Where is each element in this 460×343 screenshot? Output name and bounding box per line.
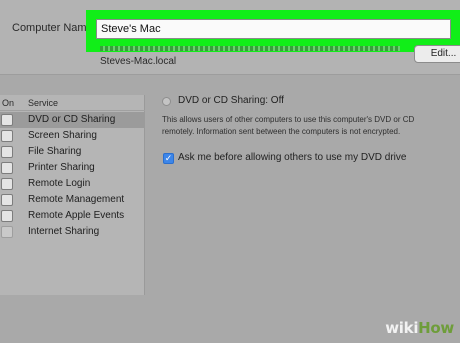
status-indicator [162, 97, 171, 106]
service-description: This allows users of other computers to … [162, 114, 460, 138]
service-checkbox[interactable] [1, 114, 13, 126]
service-checkbox[interactable] [1, 162, 13, 174]
services-list: On Service DVD or CD Sharing Screen Shar… [0, 95, 145, 295]
header-on: On [2, 98, 15, 108]
service-checkbox[interactable] [1, 226, 13, 238]
section-divider [0, 74, 460, 75]
service-checkbox[interactable] [1, 130, 13, 142]
service-status: DVD or CD Sharing: Off [178, 95, 284, 106]
computer-name-section: Computer Name Steves-Mac.local Edit... [0, 0, 460, 74]
service-checkbox[interactable] [1, 210, 13, 222]
service-row-remote-login[interactable]: Remote Login [0, 176, 145, 192]
ask-before-allowing-label: Ask me before allowing others to use my … [178, 152, 407, 163]
services-list-header: On Service [0, 95, 145, 111]
service-row-printer-sharing[interactable]: Printer Sharing [0, 160, 145, 176]
service-label: DVD or CD Sharing [28, 114, 116, 125]
service-description-line: This allows users of other computers to … [162, 115, 415, 124]
service-row-internet-sharing[interactable]: Internet Sharing [0, 224, 145, 240]
service-label: File Sharing [28, 146, 82, 157]
service-checkbox[interactable] [1, 178, 13, 190]
computer-name-label: Computer Name [12, 22, 93, 34]
service-row-dvd-cd-sharing[interactable]: DVD or CD Sharing [0, 112, 145, 128]
service-row-remote-management[interactable]: Remote Management [0, 192, 145, 208]
service-checkbox[interactable] [1, 194, 13, 206]
edit-button[interactable]: Edit... [414, 45, 460, 63]
service-row-screen-sharing[interactable]: Screen Sharing [0, 128, 145, 144]
ask-before-allowing-checkbox[interactable]: ✓ [163, 153, 174, 164]
computer-name-field[interactable] [96, 19, 451, 39]
local-hostname-obscured-line [100, 46, 400, 51]
watermark-wiki: wiki [385, 319, 419, 337]
service-label: Remote Management [28, 194, 125, 205]
wikihow-watermark: wikiHow [385, 319, 454, 337]
service-label: Printer Sharing [28, 162, 95, 173]
watermark-how: How [418, 319, 454, 337]
service-description-line: remotely. Information sent between the c… [162, 127, 401, 136]
header-service: Service [28, 98, 59, 108]
service-row-file-sharing[interactable]: File Sharing [0, 144, 145, 160]
local-hostname: Steves-Mac.local [100, 56, 177, 67]
service-row-remote-apple-events[interactable]: Remote Apple Events [0, 208, 145, 224]
service-label: Remote Login [28, 178, 91, 189]
service-label: Internet Sharing [28, 226, 100, 237]
service-label: Remote Apple Events [28, 210, 125, 221]
service-label: Screen Sharing [28, 130, 97, 141]
service-checkbox[interactable] [1, 146, 13, 158]
